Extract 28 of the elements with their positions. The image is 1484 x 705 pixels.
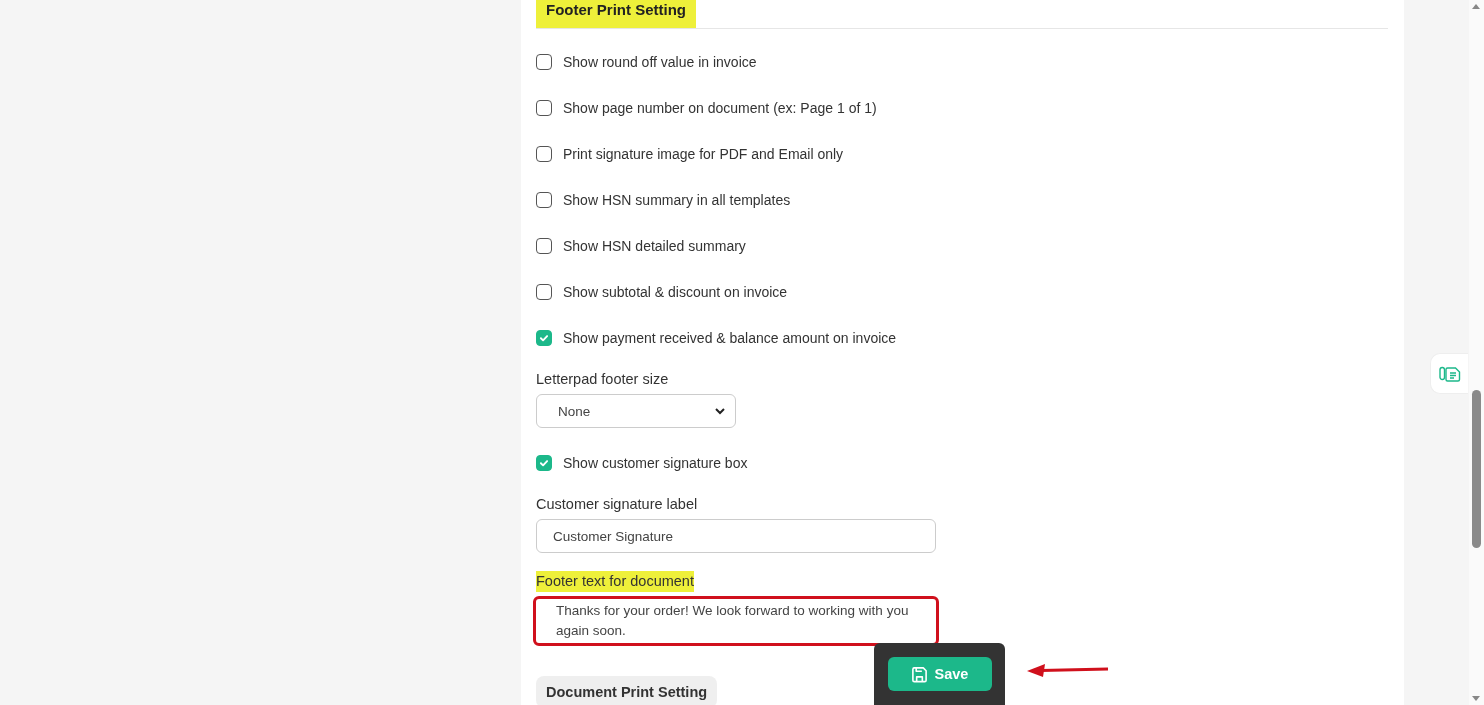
checkbox-label: Show page number on document (ex: Page 1 of 1) [563, 100, 877, 116]
checkbox-label: Show payment received & balance amount on invoice [563, 330, 897, 346]
field-label: Letterpad footer size [536, 370, 669, 389]
document-pen-icon [1438, 365, 1461, 382]
scrollbar[interactable] [1469, 0, 1484, 705]
field-label: Customer signature label [536, 495, 698, 514]
checkbox[interactable] [536, 284, 552, 300]
checkbox[interactable] [536, 54, 552, 70]
checkbox-label: Show round off value in invoice [563, 54, 757, 70]
checkbox[interactable] [536, 238, 552, 254]
text-field[interactable]: Customer Signature [536, 519, 936, 553]
save-icon [910, 665, 928, 683]
checkbox[interactable] [536, 330, 552, 346]
checkbox-label: Show HSN summary in all templates [563, 192, 791, 208]
section-tab[interactable]: Document Print Setting [536, 676, 718, 705]
field-label: Footer text for document [536, 571, 694, 592]
section-title: Footer Print Setting [536, 0, 696, 28]
dropdown[interactable]: None [536, 394, 736, 428]
checkbox-label: Show subtotal & discount on invoice [563, 284, 788, 300]
checkbox-label: Show HSN detailed summary [563, 238, 746, 254]
chevron-down-icon [715, 407, 725, 415]
checkbox-label: Print signature image for PDF and Email only [563, 146, 844, 162]
checkbox[interactable] [536, 146, 552, 162]
checkbox[interactable] [536, 455, 552, 471]
text-area[interactable]: Thanks for your order! We look forward to working with you again soon. [533, 596, 939, 646]
checkbox[interactable] [536, 100, 552, 116]
checkbox-label: Show customer signature box [563, 455, 748, 471]
checkbox[interactable] [536, 192, 552, 208]
